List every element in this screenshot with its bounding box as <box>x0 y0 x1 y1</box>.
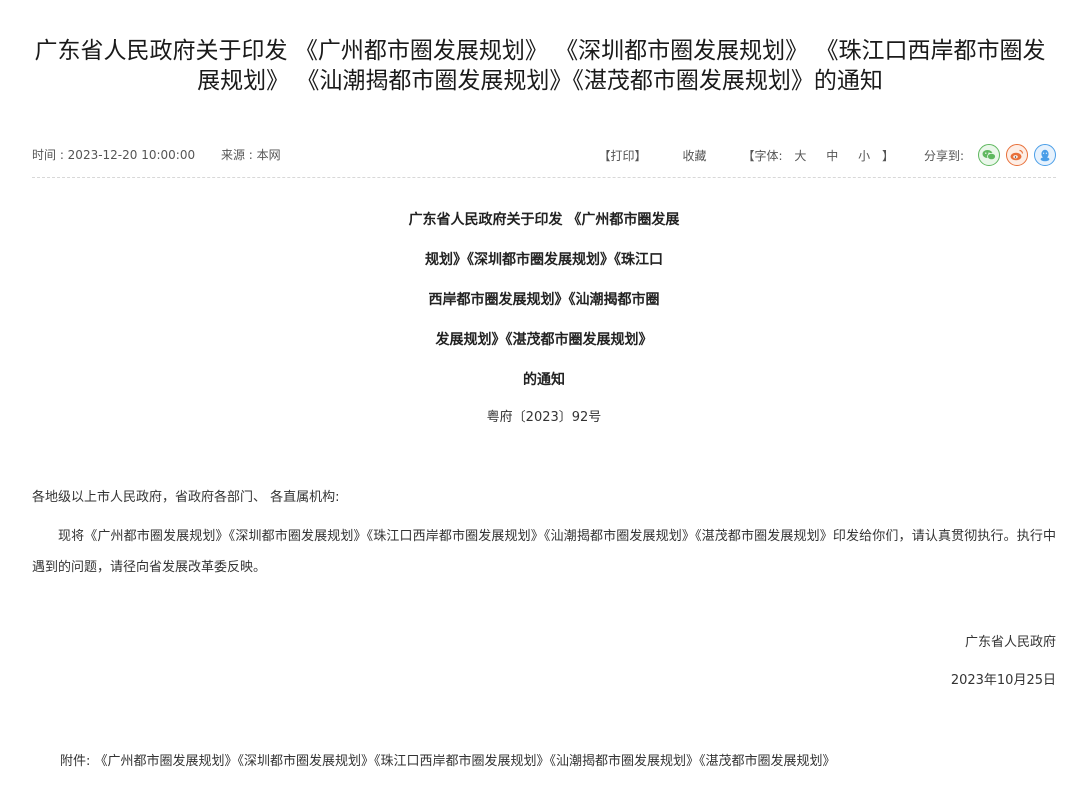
font-size-control: 【字体: 大 中 小 】 <box>743 147 894 164</box>
article-meta-bar: 时间 : 2023-12-20 10:00:00 来源 : 本网 【打印】 收藏… <box>32 140 1056 170</box>
document-number: 粤府〔2023〕92号 <box>486 410 602 425</box>
qq-icon[interactable] <box>1034 144 1056 166</box>
signature-block: 广东省人民政府 2023年10月25日 <box>951 633 1056 709</box>
print-button[interactable]: 【打印】 <box>599 147 647 164</box>
body-paragraph: 现将《广州都市圈发展规划》《深圳都市圈发展规划》《珠江口西岸都市圈发展规划》《汕… <box>32 529 1056 575</box>
salutation: 各地级以上市人民政府，省政府各部门、 各直属机构: <box>32 490 340 505</box>
font-size-prefix: 【字体: <box>742 148 783 163</box>
document-heading-line: 广东省人民政府关于印发 《广州都市圈发展 <box>408 212 680 228</box>
font-size-suffix: 】 <box>881 148 894 163</box>
weibo-icon[interactable] <box>1006 144 1028 166</box>
attachment-list: 附件: 《广州都市圈发展规划》《深圳都市圈发展规划》《珠江口西岸都市圈发展规划》… <box>60 754 836 769</box>
meta-info: 时间 : 2023-12-20 10:00:00 来源 : 本网 <box>32 146 303 163</box>
signature-org: 广东省人民政府 <box>964 635 1056 650</box>
font-size-medium-button[interactable]: 中 <box>826 149 838 163</box>
font-size-large-button[interactable]: 大 <box>794 149 806 163</box>
document-heading-line: 的通知 <box>523 372 565 388</box>
page-title: 广东省人民政府关于印发 《广州都市圈发展规划》 《深圳都市圈发展规划》 《珠江口… <box>34 38 1046 94</box>
document-heading-line: 发展规划》《湛茂都市圈发展规划》 <box>435 332 653 348</box>
article-tools: 【打印】 收藏 【字体: 大 中 小 】 分享到: <box>563 140 1056 170</box>
document-heading: 广东省人民政府关于印发 《广州都市圈发展 规划》《深圳都市圈发展规划》《珠江口 … <box>300 205 788 405</box>
favorite-button[interactable]: 收藏 <box>683 147 707 164</box>
signature-date: 2023年10月25日 <box>950 673 1056 688</box>
source: 来源 : 本网 <box>220 148 281 162</box>
font-size-small-button[interactable]: 小 <box>858 149 870 163</box>
publish-time: 时间 : 2023-12-20 10:00:00 <box>32 148 196 162</box>
document-heading-line: 西岸都市圈发展规划》《汕潮揭都市圈 <box>428 292 660 308</box>
wechat-icon[interactable] <box>978 144 1000 166</box>
meta-divider <box>32 177 1056 178</box>
document-heading-line: 规划》《深圳都市圈发展规划》《珠江口 <box>425 252 663 268</box>
share-label: 分享到: <box>923 148 964 163</box>
